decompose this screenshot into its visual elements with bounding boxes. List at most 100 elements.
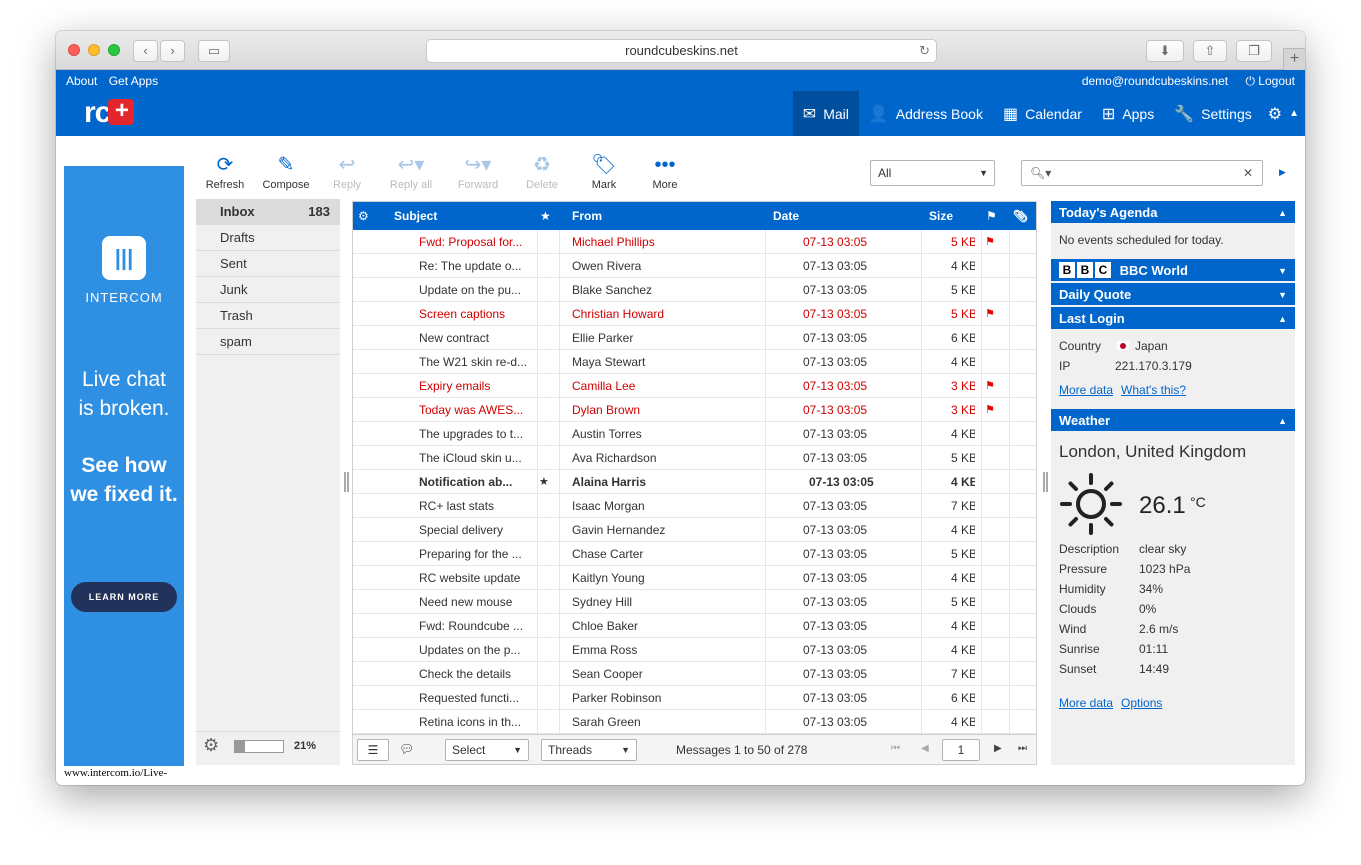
table-row[interactable]: Preparing for the ... Chase Carter 07-13 0… <box>353 542 1036 566</box>
threads-dropdown[interactable]: Threads ▼ <box>541 739 637 761</box>
more-button[interactable]: ••• More <box>635 151 695 191</box>
flag-icon[interactable]: ⚑ <box>985 235 999 248</box>
address-bar[interactable]: roundcubeskins.net ↻ <box>426 39 937 63</box>
refresh-icon: ⟳ <box>216 154 234 176</box>
table-row[interactable]: Re: The update o... Owen Rivera 07-13 03:0… <box>353 254 1036 278</box>
page-input[interactable]: 1 <box>942 739 980 761</box>
folder-junk[interactable]: Junk <box>196 277 340 303</box>
login-more-data-link[interactable]: More data <box>1059 383 1113 397</box>
table-row[interactable]: Fwd: Roundcube ... Chloe Baker 07-13 03:05… <box>353 614 1036 638</box>
maximize-window-button[interactable] <box>108 44 120 56</box>
toggle-panel-arrow-icon[interactable]: ▶ <box>1279 167 1286 178</box>
weather-header[interactable]: Weather ▲ <box>1051 409 1295 433</box>
table-row[interactable]: Retina icons in th... Sarah Green 07-13 03… <box>353 710 1036 734</box>
header-from[interactable]: From <box>572 209 602 223</box>
nav-address-book[interactable]: 👤 Address Book <box>859 91 993 136</box>
table-row[interactable]: Fwd: Proposal for... Michael Phillips 07-1… <box>353 230 1036 254</box>
clear-search-icon[interactable]: ✕ <box>1243 161 1253 185</box>
refresh-button[interactable]: ⟳ Refresh <box>195 151 255 191</box>
table-row[interactable]: RC+ last stats Isaac Morgan 07-13 03:05 7 K… <box>353 494 1036 518</box>
filter-select[interactable]: All ▼ <box>870 160 995 186</box>
back-button[interactable]: ‹ <box>133 40 158 62</box>
search-input[interactable]: 🔍︎▾ ✕ <box>1021 160 1263 186</box>
select-dropdown[interactable]: Select ▼ <box>445 739 529 761</box>
table-row[interactable]: RC website update Kaitlyn Young 07-13 03:0… <box>353 566 1036 590</box>
next-page-icon[interactable]: ▶ <box>994 743 1002 754</box>
forward-nav-button[interactable]: › <box>160 40 185 62</box>
header-flag-icon[interactable]: ⚑ <box>986 209 997 223</box>
header-subject[interactable]: Subject <box>394 209 437 223</box>
header-attachment-icon[interactable]: 📎︎ <box>1013 209 1028 223</box>
folder-spam[interactable]: spam <box>196 329 340 355</box>
list-menu-button[interactable]: ☰ <box>357 739 389 761</box>
quote-header[interactable]: Daily Quote ▼ <box>1051 283 1295 307</box>
minimize-window-button[interactable] <box>88 44 100 56</box>
reply-button[interactable]: ↩ Reply <box>317 151 377 191</box>
folder-sent[interactable]: Sent <box>196 251 340 277</box>
gear-icon[interactable]: ⚙ <box>203 735 219 756</box>
flag-icon[interactable]: ⚑ <box>985 307 999 320</box>
tabs-button[interactable]: ❐ <box>1236 40 1272 62</box>
learn-more-button[interactable]: LEARN MORE <box>71 582 177 612</box>
compose-button[interactable]: ✎ Compose <box>256 151 316 191</box>
mark-button[interactable]: 🏷 Mark <box>574 151 634 191</box>
table-row[interactable]: Need new mouse Sydney Hill 07-13 03:05 5 KB <box>353 590 1036 614</box>
app-logo[interactable]: rc + <box>84 96 135 130</box>
last-page-icon[interactable]: ⏭ <box>1018 743 1027 754</box>
table-row[interactable]: Check the details Sean Cooper 07-13 03:05 7… <box>353 662 1036 686</box>
header-star-icon[interactable]: ★ <box>540 209 551 223</box>
ad-url[interactable]: www.intercom.io/Live- <box>64 767 167 779</box>
threads-toggle-icon[interactable]: 💬︎ <box>399 742 414 756</box>
table-row[interactable]: The W21 skin re-d... Maya Stewart 07-13 03… <box>353 350 1036 374</box>
table-row[interactable]: Update on the pu... Blake Sanchez 07-13 03… <box>353 278 1036 302</box>
folder-inbox[interactable]: Inbox 183 <box>196 199 340 225</box>
folder-drafts[interactable]: Drafts <box>196 225 340 251</box>
new-tab-button[interactable]: + <box>1283 48 1305 70</box>
prev-page-icon[interactable]: ◀ <box>921 743 929 754</box>
delete-button[interactable]: ♻ Delete <box>512 151 572 191</box>
whats-this-link[interactable]: What's this? <box>1121 383 1186 397</box>
nav-mail[interactable]: ✉ Mail <box>792 91 859 136</box>
get-apps-link[interactable]: Get Apps <box>109 74 158 88</box>
nav-calendar[interactable]: ▦ Calendar <box>993 91 1092 136</box>
header-size[interactable]: Size <box>929 209 953 223</box>
table-row[interactable]: The iCloud skin u... Ava Richardson 07-13 … <box>353 446 1036 470</box>
list-options-gear-icon[interactable]: ⚙ <box>358 209 369 223</box>
last-login-header[interactable]: Last Login ▲ <box>1051 307 1295 331</box>
about-link[interactable]: About <box>66 74 97 88</box>
table-row[interactable]: Special delivery Gavin Hernandez 07-13 03:… <box>353 518 1036 542</box>
table-row[interactable]: Screen captions Christian Howard 07-13 03:… <box>353 302 1036 326</box>
agenda-header[interactable]: Today's Agenda ▲ <box>1051 201 1295 225</box>
table-row[interactable]: Today was AWES... Dylan Brown 07-13 03:05 3… <box>353 398 1036 422</box>
header-gear-button[interactable]: ⚙ ▲ <box>1262 91 1305 136</box>
logout-link[interactable]: ⏻ Logout <box>1245 74 1295 88</box>
table-row[interactable]: New contract Ellie Parker 07-13 03:05 6 KB <box>353 326 1036 350</box>
nav-apps[interactable]: ⊞ Apps <box>1092 91 1164 136</box>
user-icon: 👤 <box>868 105 889 123</box>
reload-icon[interactable]: ↻ <box>919 40 930 62</box>
first-page-icon[interactable]: ⏮ <box>891 743 900 754</box>
table-row[interactable]: Expiry emails Camilla Lee 07-13 03:05 3 KB ⚑ <box>353 374 1036 398</box>
bbc-header[interactable]: BBC BBC World ▼ <box>1051 259 1295 283</box>
flag-icon[interactable]: ⚑ <box>985 403 999 416</box>
panel-splitter[interactable] <box>1043 472 1048 492</box>
reply-all-button[interactable]: ↩▾ Reply all <box>381 151 441 191</box>
header-date[interactable]: Date <box>773 209 799 223</box>
nav-settings[interactable]: 🔧 Settings <box>1164 91 1262 136</box>
folder-splitter[interactable] <box>344 472 349 492</box>
close-window-button[interactable] <box>68 44 80 56</box>
share-button[interactable]: ⇧ <box>1193 40 1227 62</box>
table-row[interactable]: Requested functi... Parker Robinson 07-13 … <box>353 686 1036 710</box>
star-icon[interactable]: ★ <box>539 475 553 488</box>
forward-button[interactable]: ↪▾ Forward <box>448 151 508 191</box>
intercom-ad[interactable]: ||| INTERCOM Live chat is broken. See how… <box>64 166 184 766</box>
table-row[interactable]: Updates on the p... Emma Ross 07-13 03:05 4… <box>353 638 1036 662</box>
table-row[interactable]: Notification ab... ★ Alaina Harris 07-13 03… <box>353 470 1036 494</box>
weather-options-link[interactable]: Options <box>1121 696 1162 710</box>
downloads-button[interactable]: ⬇ <box>1146 40 1184 62</box>
weather-more-data-link[interactable]: More data <box>1059 696 1113 710</box>
folder-trash[interactable]: Trash <box>196 303 340 329</box>
sidebar-toggle-button[interactable]: ▭ <box>198 40 230 62</box>
flag-icon[interactable]: ⚑ <box>985 379 999 392</box>
table-row[interactable]: The upgrades to t... Austin Torres 07-13 0… <box>353 422 1036 446</box>
